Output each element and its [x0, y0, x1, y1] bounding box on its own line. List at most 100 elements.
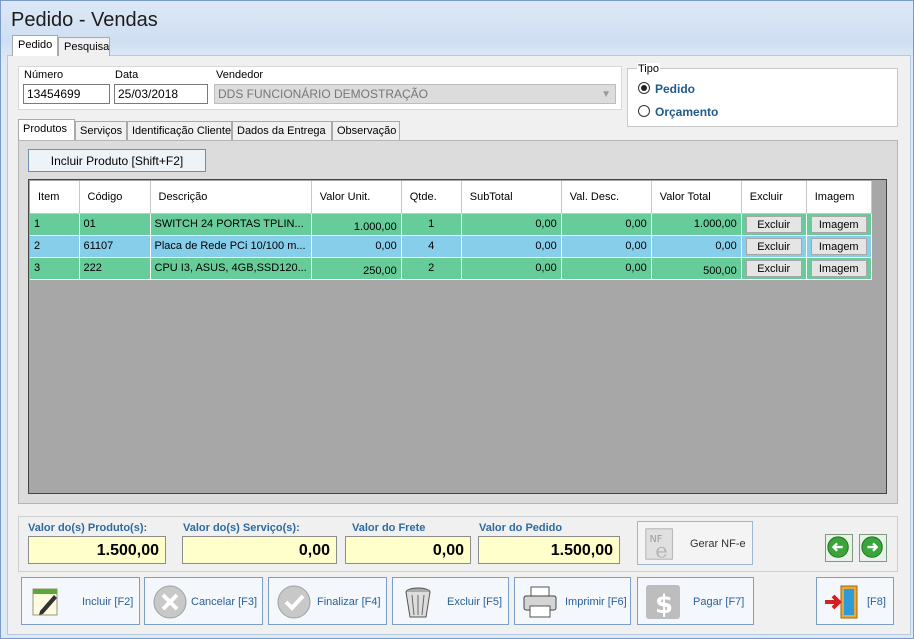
check-icon — [277, 585, 311, 619]
tab-pesquisa[interactable]: Pesquisa — [58, 37, 110, 56]
excluir-row-button[interactable]: Excluir — [745, 237, 802, 255]
finalizar-button[interactable]: Finalizar [F4] — [268, 577, 387, 625]
cell-excluir: Excluir — [741, 235, 807, 258]
col-valor-total[interactable]: Valor Total — [651, 181, 742, 214]
radio-orcamento[interactable] — [638, 105, 650, 117]
col-valor-unit[interactable]: Valor Unit. — [311, 181, 402, 214]
tab-produtos[interactable]: Produtos — [18, 119, 75, 140]
trash-icon — [405, 587, 431, 618]
tab-identificacao-cliente[interactable]: Identificação Cliente — [127, 121, 232, 140]
chevron-down-icon: ▼ — [601, 89, 611, 100]
radio-pedido-label[interactable]: Pedido — [655, 82, 695, 96]
cell-imagem: Imagem — [806, 235, 872, 258]
col-codigo[interactable]: Código — [79, 181, 151, 214]
vendedor-label: Vendedor — [216, 69, 264, 81]
frete-label: Valor do Frete — [352, 522, 426, 534]
tab-dados-entrega[interactable]: Dados da Entrega — [232, 121, 332, 140]
excluir-label: Excluir [F5] — [447, 596, 503, 608]
cancelar-label: Cancelar [F3] — [191, 596, 258, 608]
cell-codigo: 222 — [79, 257, 151, 280]
cell-descricao: CPU I3, ASUS, 4GB,SSD120... — [150, 257, 312, 280]
cell-valor-total: 500,00 — [651, 257, 742, 280]
imagem-row-button[interactable]: Imagem — [810, 215, 867, 233]
data-field[interactable]: 25/03/2018 — [114, 84, 208, 104]
servicos-total-field: 0,00 — [182, 536, 337, 564]
produtos-total-label: Valor do(s) Produto(s): — [28, 522, 148, 534]
printer-icon — [523, 586, 557, 618]
incluir-produto-button[interactable]: Incluir Produto [Shift+F2] — [28, 149, 206, 172]
excluir-row-button[interactable]: Excluir — [745, 215, 802, 233]
incluir-button[interactable]: Incluir [F2] — [21, 577, 140, 625]
excluir-row-button[interactable]: Excluir — [745, 259, 802, 277]
cell-qtde: 4 — [401, 235, 462, 258]
cell-val-desc: 0,00 — [561, 257, 652, 280]
window: Pedido - Vendas Pedido Pesquisa Número 1… — [0, 0, 914, 639]
sair-button[interactable]: [F8] — [816, 577, 894, 625]
col-descricao[interactable]: Descrição — [150, 181, 312, 214]
vendedor-select[interactable]: DDS FUNCIONÁRIO DEMOSTRAÇÃO ▼ — [214, 84, 616, 104]
cell-codigo: 61107 — [79, 235, 151, 258]
cell-val-desc: 0,00 — [561, 235, 652, 258]
cell-valor-total: 0,00 — [651, 235, 742, 258]
imprimir-button[interactable]: Imprimir [F6] — [514, 577, 631, 625]
exit-door-icon — [825, 585, 858, 619]
produtos-grid[interactable]: Item Código Descrição Valor Unit. Qtde. … — [28, 179, 887, 494]
col-qtde[interactable]: Qtde. — [401, 181, 462, 214]
cell-valor-unit: 250,00 — [311, 257, 402, 280]
col-val-desc[interactable]: Val. Desc. — [561, 181, 652, 214]
cell-imagem: Imagem — [806, 257, 872, 280]
table-row[interactable]: 1 01 SWITCH 24 PORTAS TPLIN... 1.000,00 … — [30, 213, 872, 236]
numero-field[interactable]: 13454699 — [23, 84, 110, 104]
cell-codigo: 01 — [79, 213, 151, 236]
cell-descricao: SWITCH 24 PORTAS TPLIN... — [150, 213, 312, 236]
pedido-total-field: 1.500,00 — [478, 536, 620, 564]
tab-pedido[interactable]: Pedido — [12, 35, 58, 56]
cell-qtde: 2 — [401, 257, 462, 280]
cell-descricao: Placa de Rede PCi 10/100 m... — [150, 235, 312, 258]
cancelar-button[interactable]: Cancelar [F3] — [144, 577, 263, 625]
table-header-row: Item Código Descrição Valor Unit. Qtde. … — [30, 181, 872, 214]
produtos-table: Item Código Descrição Valor Unit. Qtde. … — [30, 181, 872, 280]
table-row[interactable]: 3 222 CPU I3, ASUS, 4GB,SSD120... 250,00… — [30, 257, 872, 280]
cell-item: 3 — [30, 257, 80, 280]
vendedor-value: DDS FUNCIONÁRIO DEMOSTRAÇÃO — [218, 87, 429, 101]
incluir-label: Incluir [F2] — [82, 596, 134, 608]
col-item[interactable]: Item — [30, 181, 80, 214]
numero-label: Número — [24, 69, 64, 81]
radio-pedido[interactable] — [638, 82, 650, 94]
svg-text:$: $ — [655, 590, 673, 620]
nfe-icon: NF e — [645, 528, 673, 562]
cell-excluir: Excluir — [741, 213, 807, 236]
excluir-button[interactable]: Excluir [F5] — [392, 577, 509, 625]
pedido-total-label: Valor do Pedido — [479, 522, 563, 534]
back-arrow-button[interactable] — [825, 534, 853, 562]
servicos-total-label: Valor do(s) Serviço(s): — [183, 522, 300, 534]
edit-note-icon — [32, 588, 58, 616]
svg-text:e: e — [655, 538, 667, 562]
imagem-row-button[interactable]: Imagem — [810, 259, 867, 277]
window-title: Pedido - Vendas — [11, 9, 158, 31]
dollar-icon: $ — [646, 585, 680, 620]
tipo-title: Tipo — [637, 63, 660, 75]
pagar-button[interactable]: $ Pagar [F7] — [637, 577, 754, 625]
cell-subtotal: 0,00 — [461, 235, 562, 258]
imagem-row-button[interactable]: Imagem — [810, 237, 867, 255]
tab-servicos[interactable]: Serviços — [75, 121, 127, 140]
cell-excluir: Excluir — [741, 257, 807, 280]
col-subtotal[interactable]: SubTotal — [461, 181, 562, 214]
radio-orcamento-label[interactable]: Orçamento — [655, 105, 718, 119]
cell-valor-total: 1.000,00 — [651, 213, 742, 236]
cell-subtotal: 0,00 — [461, 257, 562, 280]
cell-item: 1 — [30, 213, 80, 236]
produtos-total-field: 1.500,00 — [28, 536, 166, 564]
table-row[interactable]: 2 61107 Placa de Rede PCi 10/100 m... 0,… — [30, 235, 872, 258]
gerar-nfe-button[interactable]: NF e Gerar NF-e — [637, 521, 753, 565]
col-excluir: Excluir — [741, 181, 807, 214]
cell-subtotal: 0,00 — [461, 213, 562, 236]
cell-imagem: Imagem — [806, 213, 872, 236]
finalizar-label: Finalizar [F4] — [317, 596, 381, 608]
forward-arrow-button[interactable] — [859, 534, 887, 562]
tab-observacao[interactable]: Observação — [332, 121, 400, 140]
sair-label: [F8] — [867, 596, 886, 608]
frete-field[interactable]: 0,00 — [345, 536, 471, 564]
